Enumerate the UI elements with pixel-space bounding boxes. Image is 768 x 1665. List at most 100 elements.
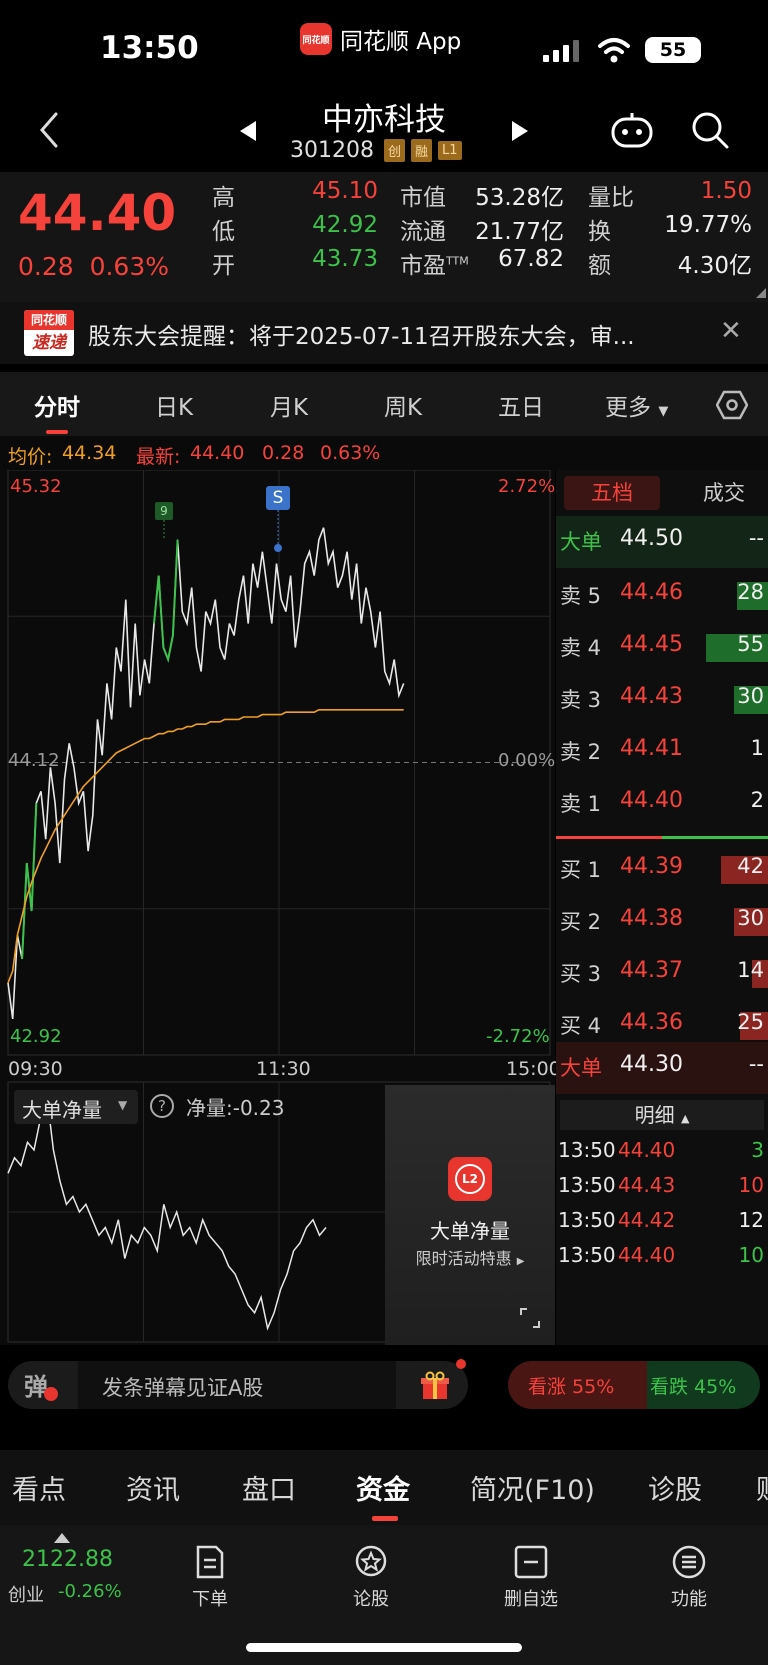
- caret-down-icon: ▼: [658, 404, 669, 419]
- prev-stock-icon[interactable]: [238, 120, 258, 142]
- change-amount: 0.28: [18, 252, 74, 281]
- trade-tick-row: 13:50 44.42 12: [558, 1208, 764, 1232]
- ask-row[interactable]: 卖 3 44.43 30: [556, 674, 768, 726]
- book-divider-red: [556, 836, 662, 839]
- y-mid-label: 44.12: [8, 750, 60, 771]
- stock-code: 301208: [290, 138, 374, 163]
- price-change: 0.28 0.63%: [18, 252, 169, 281]
- pct-top-label: 2.72%: [498, 476, 556, 497]
- bottom-content-tabs: 看点 资讯 盘口 资金 简况(F10) 诊股 财: [0, 1450, 768, 1525]
- bid-row[interactable]: 买 3 44.37 14: [556, 948, 768, 1000]
- avg-price-value: 44.34: [62, 442, 117, 464]
- bid-row[interactable]: 买 1 44.39 42: [556, 844, 768, 896]
- trade-tick-row: 13:50 44.40 3: [558, 1138, 764, 1162]
- tab-diagnosis[interactable]: 诊股: [648, 1468, 702, 1507]
- tab-intraday[interactable]: 分时: [34, 388, 80, 422]
- danmu-placeholder: 发条弹幕见证A股: [102, 1376, 264, 1400]
- back-arrow-icon[interactable]: [36, 110, 62, 150]
- low-label: 低: [212, 219, 235, 245]
- tab-level[interactable]: 盘口: [242, 1468, 296, 1507]
- search-icon[interactable]: [690, 110, 730, 150]
- tab-highlights[interactable]: 看点: [12, 1468, 66, 1507]
- status-bar: 13:50 同花顺 同花顺 App 55: [0, 0, 768, 90]
- x-label-open: 09:30: [8, 1058, 63, 1080]
- open-label: 开: [212, 253, 235, 279]
- tab-daily-k[interactable]: 日K: [155, 388, 193, 422]
- quote-panel: 44.40 0.28 0.63% 高 45.10 低 42.92 开 43.73…: [0, 172, 768, 302]
- market-cap-label: 市值: [400, 185, 446, 211]
- caret-down-icon: ▼: [118, 1098, 128, 1112]
- notice-banner[interactable]: 同花顺 速递 股东大会提醒：将于2025-07-11召开股东大会，审... ✕: [0, 302, 768, 364]
- gift-icon[interactable]: [420, 1371, 450, 1401]
- tab-weekly-k[interactable]: 周K: [384, 388, 422, 422]
- amount-label: 额: [588, 253, 611, 279]
- tab-funds[interactable]: 资金: [356, 1468, 410, 1507]
- order-button[interactable]: 下单: [165, 1545, 255, 1611]
- detail-header[interactable]: 明细 ▲: [560, 1100, 764, 1130]
- danmu-bar: 弹 发条弹幕见证A股 看涨 55% 看跌 45%: [0, 1355, 768, 1419]
- tab-news[interactable]: 资讯: [126, 1468, 180, 1507]
- trade-tick-row: 13:50 44.43 10: [558, 1173, 764, 1197]
- home-indicator[interactable]: [246, 1643, 522, 1652]
- robot-assistant-icon[interactable]: [610, 110, 654, 150]
- discuss-button[interactable]: 论股: [326, 1545, 416, 1611]
- caret-up-icon: ▲: [680, 1112, 690, 1125]
- close-icon[interactable]: ✕: [720, 316, 742, 346]
- tab-five-levels[interactable]: 五档: [564, 476, 660, 510]
- trade-tick-row: 13:50 44.40 10: [558, 1243, 764, 1267]
- ask-row[interactable]: 卖 5 44.46 28: [556, 570, 768, 622]
- ask-row[interactable]: 卖 2 44.41 1: [556, 726, 768, 778]
- caret-up-icon: [54, 1533, 70, 1543]
- amount-value: 4.30亿: [677, 253, 752, 279]
- last-change-pct: 0.63%: [320, 442, 381, 464]
- tag-rong: 融: [411, 139, 433, 162]
- status-time: 13:50: [100, 30, 199, 66]
- indicator-selector[interactable]: 大单净量 ▼: [14, 1090, 138, 1124]
- app-pill[interactable]: 同花顺 同花顺 App: [300, 22, 461, 56]
- battery-level: 55: [659, 39, 687, 61]
- ask-row[interactable]: 卖 4 44.45 55: [556, 622, 768, 674]
- intraday-chart[interactable]: 45.32 2.72% 44.12 0.00% 42.92 -2.72% 09:…: [0, 470, 561, 1345]
- order-doc-icon: [196, 1545, 224, 1579]
- promo-title: 大单净量: [430, 1219, 510, 1243]
- tag-chuang: 创: [383, 139, 405, 162]
- ask-row[interactable]: 卖 1 44.40 2: [556, 778, 768, 830]
- chart-lines: [7, 510, 405, 1331]
- tab-trades[interactable]: 成交: [686, 476, 762, 510]
- bullish-label: 看涨 55%: [528, 1376, 615, 1398]
- low-value: 42.92: [312, 212, 378, 238]
- menu-circle-icon: [672, 1545, 706, 1579]
- big-order-bid-row: 大单 44.30 --: [556, 1042, 768, 1094]
- marker-nine[interactable]: 9: [155, 502, 173, 520]
- bid-row[interactable]: 买 2 44.38 30: [556, 896, 768, 948]
- volume-ratio-label: 量比: [588, 185, 634, 211]
- marker-sell[interactable]: S: [266, 486, 290, 510]
- tab-f10[interactable]: 简况(F10): [470, 1468, 595, 1507]
- avg-price-line: [7, 709, 404, 984]
- tab-five-day[interactable]: 五日: [498, 388, 544, 422]
- market-cap-value: 53.28亿: [475, 185, 564, 211]
- functions-button[interactable]: 功能: [644, 1545, 734, 1611]
- help-icon[interactable]: ?: [150, 1094, 174, 1118]
- index-value[interactable]: 2122.88: [22, 1547, 113, 1572]
- settings-hexagon-icon[interactable]: [716, 390, 748, 420]
- fullscreen-icon[interactable]: [519, 1307, 541, 1329]
- next-stock-icon[interactable]: [510, 120, 530, 142]
- book-divider-green: [662, 836, 768, 839]
- sentiment-bar[interactable]: 看涨 55% 看跌 45%: [508, 1361, 760, 1409]
- play-icon: ▶: [516, 1256, 525, 1267]
- l2-promo-card[interactable]: L2 大单净量 限时活动特惠 ▶: [385, 1085, 555, 1345]
- tab-finance[interactable]: 财: [756, 1468, 768, 1507]
- pct-mid-label: 0.00%: [498, 750, 556, 771]
- app-pill-label: 同花顺 App: [340, 29, 462, 55]
- promo-subtitle: 限时活动特惠 ▶: [415, 1249, 525, 1268]
- float-cap-value: 21.77亿: [475, 219, 564, 245]
- turnover-label: 换: [588, 219, 611, 245]
- remove-watchlist-button[interactable]: 删自选: [486, 1545, 576, 1611]
- pe-label: 市盈TTM: [400, 253, 469, 279]
- tab-monthly-k[interactable]: 月K: [270, 388, 308, 422]
- danmu-input[interactable]: 弹 发条弹幕见证A股: [8, 1359, 468, 1409]
- expand-corner-icon[interactable]: [756, 288, 766, 298]
- tab-more[interactable]: 更多 ▼: [605, 388, 668, 422]
- high-label: 高: [212, 185, 235, 211]
